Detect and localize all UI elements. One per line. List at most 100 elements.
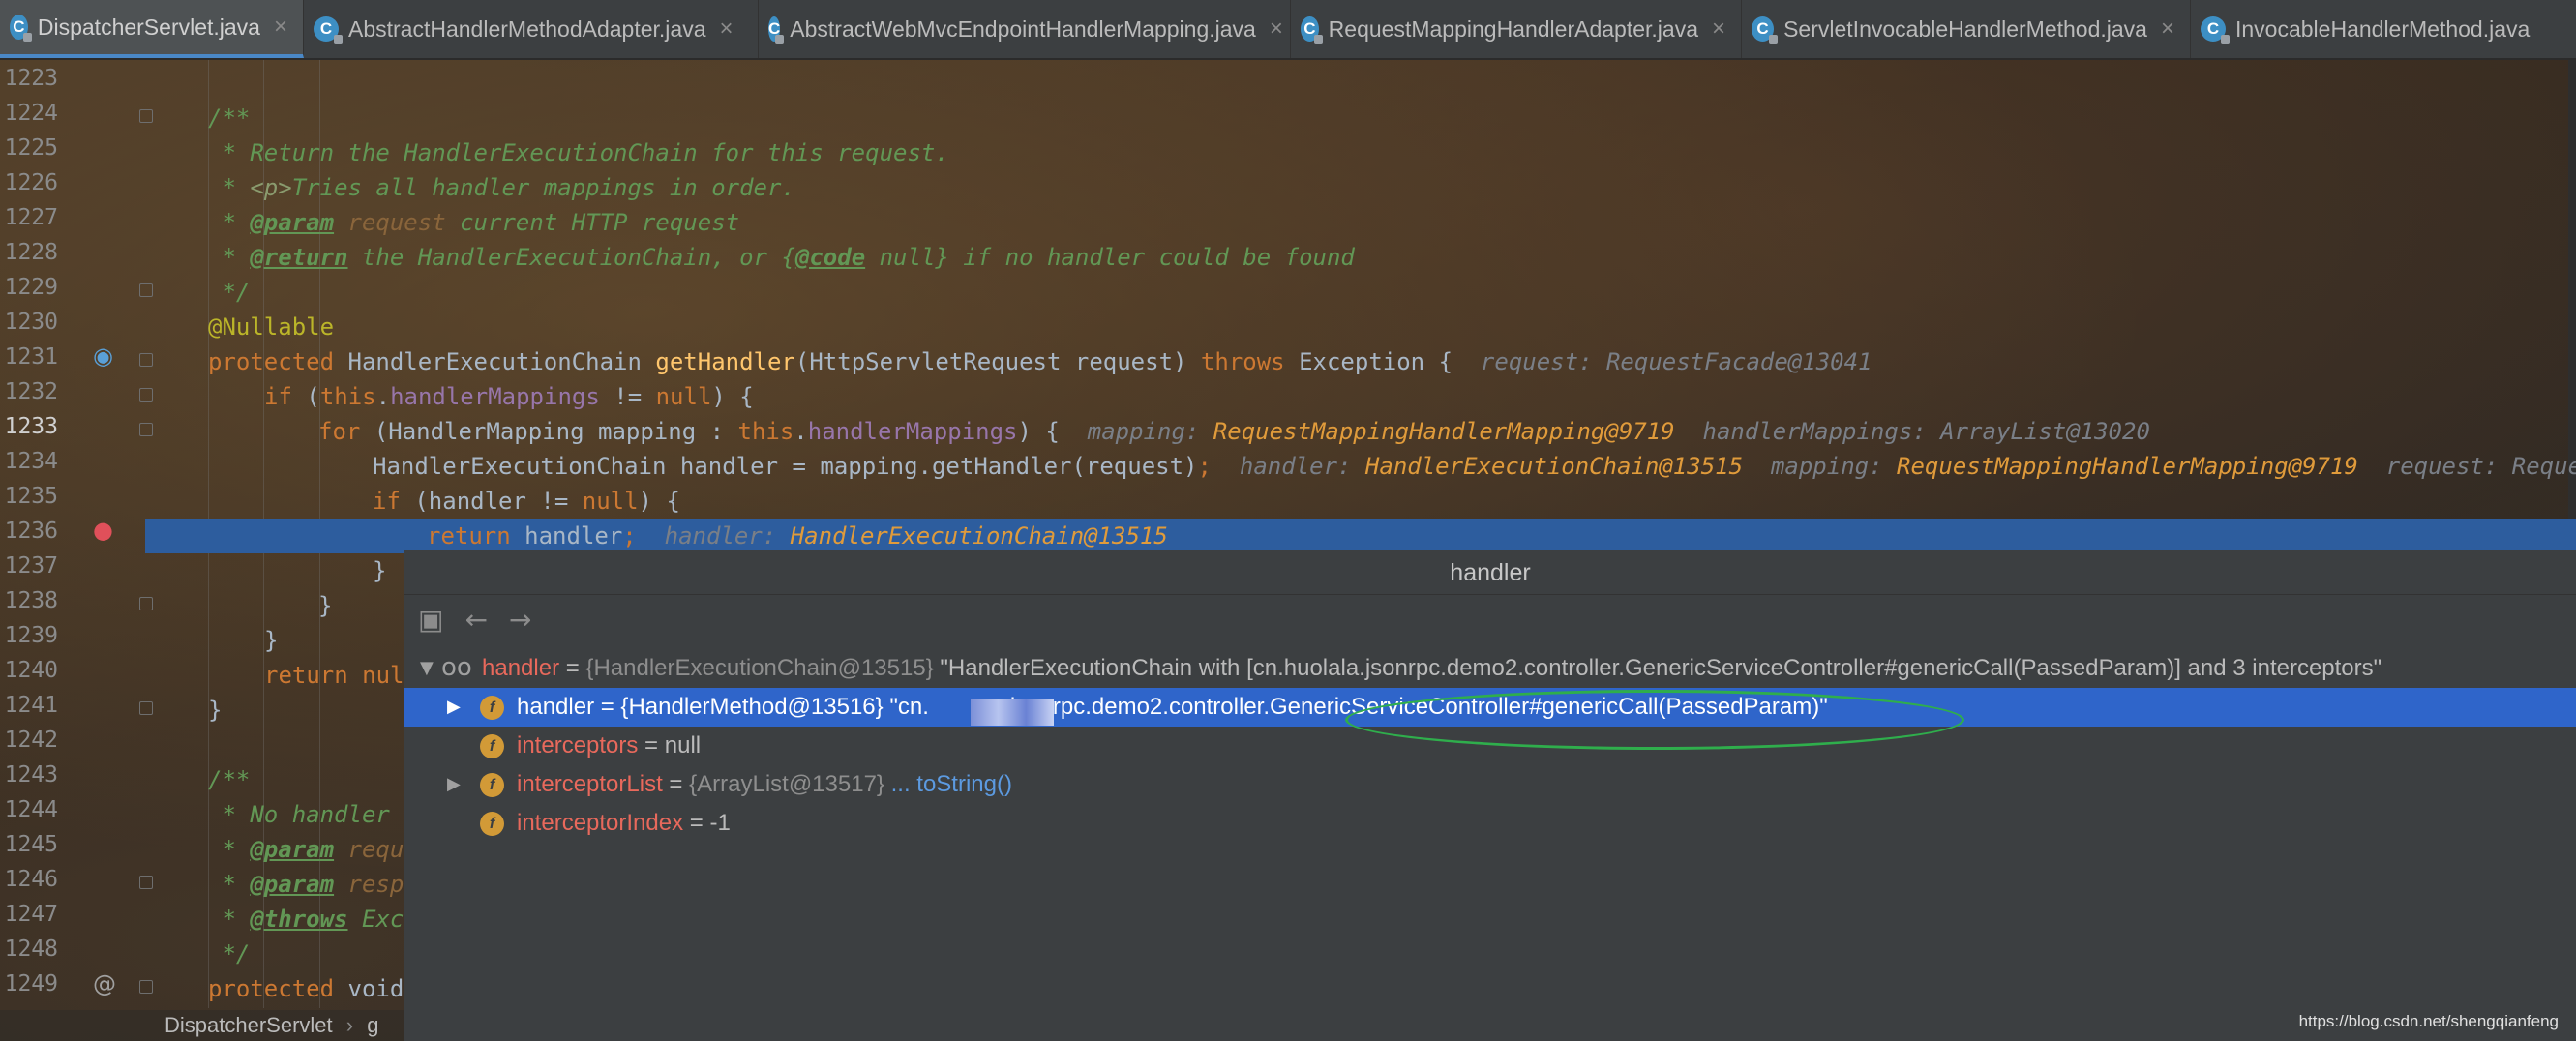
comment-text: */ (208, 279, 251, 306)
expand-arrow-icon[interactable]: ▶ (447, 765, 461, 804)
comment-text: */ (208, 940, 251, 967)
javadoc-tag: @param (250, 836, 335, 863)
line-number: 1245 (4, 832, 58, 857)
line-number: 1236 (4, 519, 58, 544)
var-name: interceptorIndex (517, 810, 684, 836)
comment-text: * No handler f (208, 801, 418, 828)
keyword: return (427, 522, 511, 550)
line-gutter: 1223 1224 1225 1226 1227 1228 1229 1230 … (0, 60, 145, 1008)
var-type: {HandlerExecutionChain@13515} (585, 655, 934, 681)
tree-row-text: interceptorList = {ArrayList@13517} ... … (517, 765, 1012, 804)
field-name: handlerMappings (390, 383, 600, 410)
keyword: if (264, 383, 292, 410)
class-file-icon: C (768, 16, 785, 44)
folder-icon[interactable]: ▣ (418, 604, 443, 636)
keyword: throws (1200, 348, 1285, 375)
breakpoint-icon[interactable]: ● (93, 517, 113, 544)
code-text: (HttpServletRequest request) (794, 348, 1201, 375)
code-text: ) { (638, 488, 680, 515)
code-text: void (334, 975, 404, 1002)
tab-label: RequestMappingHandlerAdapter.java (1328, 15, 1698, 42)
class-file-icon: C (1752, 16, 1779, 44)
code-text: } (318, 592, 333, 619)
code-line: for (HandlerMapping mapping : this.handl… (145, 414, 2576, 449)
semicolon: ; (1197, 453, 1212, 480)
comment-text: current HTTP request (445, 209, 740, 236)
popup-title: handler (404, 550, 2576, 595)
close-icon[interactable]: × (720, 15, 734, 43)
line-number: 1225 (4, 135, 58, 161)
override-marker-icon[interactable]: ◉ (93, 342, 113, 370)
code-line: if (handler != null) { (145, 484, 2576, 519)
keyword: this (319, 383, 376, 410)
var-eq: = (638, 732, 665, 758)
var-eq: = (662, 771, 690, 797)
line-number: 1238 (4, 588, 58, 613)
inline-debug-value: HandlerExecutionChain@13515 (1364, 453, 1744, 480)
keyword: return (264, 662, 348, 689)
tab-invocablehandlermethod[interactable]: C InvocableHandlerMethod.java (2191, 0, 2568, 58)
code-text: (HandlerMapping mapping : (360, 418, 738, 445)
tab-abstracthandlermethodadapter[interactable]: C AbstractHandlerMethodAdapter.java × (304, 0, 759, 58)
tab-servletinvocablehandlermethod[interactable]: C ServletInvocableHandlerMethod.java × (1742, 0, 2191, 58)
inline-debug-hint: request: RequestFacade@13041 (1480, 348, 1872, 375)
line-number: 1227 (4, 205, 58, 230)
expand-arrow-icon[interactable]: ▶ (447, 688, 461, 727)
javadoc-param: request (334, 209, 446, 236)
tab-dispatcherservlet[interactable]: C DispatcherServlet.java × (0, 0, 304, 58)
tostring-link[interactable]: ... toString() (884, 771, 1012, 797)
inline-debug-hint: handler: (636, 522, 791, 550)
tree-row-interceptorlist[interactable]: ▶ f interceptorList = {ArrayList@13517} … (404, 765, 2576, 804)
code-text: Exception { (1284, 348, 1481, 375)
line-number: 1224 (4, 101, 58, 126)
close-icon[interactable]: × (2161, 15, 2174, 43)
code-line: if (this.handlerMappings != null) { (145, 379, 2576, 414)
inline-debug-hint: mapping: (1087, 418, 1213, 445)
code-line: protected HandlerExecutionChain getHandl… (145, 344, 2576, 379)
close-icon[interactable]: × (1712, 15, 1725, 43)
keyword: if (373, 488, 401, 515)
collapse-arrow-icon[interactable]: ▼ (420, 649, 434, 688)
code-text: HandlerExecutionChain handler = mapping.… (373, 453, 1198, 480)
watch-glasses-icon: oo (441, 653, 472, 682)
implementation-marker-icon[interactable]: @ (93, 970, 116, 997)
var-value: "cn. (883, 694, 929, 720)
javadoc-tag: @return (250, 244, 348, 271)
tree-row-interceptorindex[interactable]: f interceptorIndex = -1 (404, 804, 2576, 843)
var-eq: = (559, 655, 586, 681)
line-number-current: 1233 (4, 414, 58, 439)
var-name: handler (517, 694, 595, 720)
tab-label: DispatcherServlet.java (37, 14, 260, 40)
breadcrumb-next[interactable]: g (367, 1013, 378, 1037)
line-number: 1235 (4, 484, 58, 509)
close-icon[interactable]: × (274, 14, 287, 41)
comment-text: /** (208, 766, 251, 793)
keyword: protected (208, 348, 335, 375)
code-text: } (373, 557, 387, 584)
breadcrumb: DispatcherServlet › g (0, 1010, 404, 1041)
line-number: 1223 (4, 66, 58, 91)
code-line: * <p>Tries all handler mappings in order… (145, 170, 2576, 205)
line-number: 1248 (4, 937, 58, 962)
semicolon: ; (622, 522, 637, 550)
redaction-blur (971, 699, 1054, 726)
code-text: handler (510, 522, 623, 550)
line-number: 1230 (4, 310, 58, 335)
forward-arrow-icon[interactable]: → (509, 604, 531, 636)
class-file-icon: C (314, 16, 343, 44)
comment-html-tag: <p> (250, 174, 292, 201)
breadcrumb-class[interactable]: DispatcherServlet (165, 1013, 333, 1037)
code-text: . (794, 418, 808, 445)
close-icon[interactable]: × (1270, 15, 1283, 43)
annotation: @Nullable (208, 313, 335, 341)
back-arrow-icon[interactable]: ← (464, 604, 487, 636)
line-number: 1232 (4, 379, 58, 404)
line-number: 1247 (4, 902, 58, 927)
class-file-icon: C (2201, 16, 2230, 44)
tab-abstractwebmvcendpointhandlermapping[interactable]: C AbstractWebMvcEndpointHandlerMapping.j… (759, 0, 1291, 58)
tab-requestmappinghandleradapter[interactable]: C RequestMappingHandlerAdapter.java × (1291, 0, 1742, 58)
var-value: "HandlerExecutionChain with [cn.huolala.… (933, 655, 2382, 681)
inline-debug-value: HandlerExecutionChain@13515 (790, 522, 1168, 550)
tree-row-root[interactable]: ▼ oo handler = {HandlerExecutionChain@13… (404, 649, 2576, 688)
keyword: this (737, 418, 794, 445)
